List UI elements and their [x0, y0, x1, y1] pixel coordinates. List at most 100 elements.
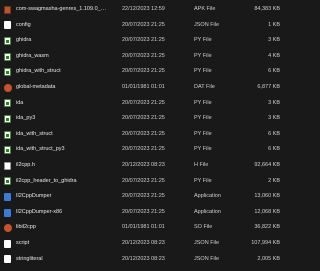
file-icon-cell	[3, 142, 12, 158]
file-type: JSON File	[194, 21, 220, 28]
file-type: PY File	[194, 130, 212, 137]
file-date-modified: 22/12/2023 12:59	[122, 6, 165, 12]
dat-file-icon	[3, 83, 12, 92]
file-row[interactable]: ghidra_with_struct 20/07/2023 21:25 PY Fil…	[0, 64, 300, 80]
file-date-modified: 20/07/2023 21:25	[122, 68, 165, 75]
file-type: PY File	[194, 99, 212, 106]
file-size: 3 KB	[268, 115, 280, 122]
file-name: il2cpp.h	[16, 161, 35, 168]
file-size: 107,994 KB	[251, 239, 280, 246]
file-type: DAT File	[194, 83, 215, 90]
file-icon-cell	[3, 33, 12, 49]
file-name: Il2CppDumper-x86	[16, 208, 63, 215]
file-name: il2cpp_header_to_ghidra	[16, 177, 77, 184]
file-icon-cell	[3, 64, 12, 80]
python-file-icon	[4, 52, 11, 61]
file-row[interactable]: libil2cpp 01/01/1981 01:01 SO File 36,822 K…	[0, 220, 300, 236]
file-date-modified: 20/07/2023 21:25	[122, 193, 165, 200]
file-size: 84,383 KB	[254, 6, 280, 12]
file-size: 12,068 KB	[254, 208, 280, 215]
file-size: 2,005 KB	[257, 255, 280, 262]
file-name: ida_with_struct	[16, 130, 53, 137]
file-date-modified: 01/01/1981 01:01	[122, 83, 165, 90]
file-size: 4 KB	[268, 52, 280, 59]
file-icon-cell	[3, 127, 12, 143]
file-name: Il2CppDumper	[16, 193, 52, 200]
file-size: 92,664 KB	[254, 161, 280, 168]
file-row[interactable]: stringliteral 20/12/2023 08:23 JSON File 2,…	[0, 252, 300, 268]
file-row[interactable]: ida_py3 20/07/2023 21:25 PY File 3 KB	[0, 111, 300, 127]
file-date-modified: 20/07/2023 21:25	[122, 130, 165, 137]
file-icon-cell	[3, 189, 12, 205]
file-row[interactable]: com-swagmasha-genres_1.109.0_arme... 22/1…	[0, 2, 300, 18]
file-date-modified: 20/07/2023 21:25	[122, 115, 165, 122]
python-file-icon	[4, 99, 11, 108]
file-name: ida_with_struct_py3	[16, 146, 65, 153]
file-size: 3 KB	[268, 99, 280, 106]
json-file-icon	[4, 255, 11, 264]
file-size: 3 KB	[268, 37, 280, 44]
python-file-icon	[4, 146, 11, 155]
file-date-modified: 20/07/2023 21:25	[122, 177, 165, 184]
file-name: stringliteral	[16, 255, 43, 262]
file-row[interactable]: Il2CppDumper-x86 20/07/2023 21:25 Applicat…	[0, 205, 300, 221]
file-row[interactable]: il2cpp.h 20/12/2023 08:23 H File 92,664 KB	[0, 158, 300, 174]
file-name: config	[16, 21, 31, 28]
file-size: 6 KB	[268, 68, 280, 75]
file-row[interactable]: global-metadata 01/01/1981 01:01 DAT File 6…	[0, 80, 300, 96]
file-size: 6 KB	[268, 130, 280, 137]
file-row[interactable]: ida_with_struct 20/07/2023 21:25 PY File 6 …	[0, 127, 300, 143]
file-date-modified: 20/07/2023 21:25	[122, 146, 165, 153]
file-icon-cell	[3, 174, 12, 190]
file-name: libil2cpp	[16, 224, 36, 231]
file-icon-cell	[3, 236, 12, 252]
file-name: com-swagmasha-genres_1.109.0_arme...	[16, 6, 108, 12]
file-row[interactable]: ghidra 20/07/2023 21:25 PY File 3 KB	[0, 33, 300, 49]
file-row[interactable]: config 20/07/2023 21:25 JSON File 1 KB	[0, 18, 300, 34]
file-type: JSON File	[194, 255, 220, 262]
file-type: PY File	[194, 177, 212, 184]
file-date-modified: 20/12/2023 08:23	[122, 161, 165, 168]
file-icon-cell	[3, 205, 12, 221]
file-date-modified: 20/07/2023 21:25	[122, 99, 165, 106]
file-row[interactable]: il2cpp_header_to_ghidra 20/07/2023 21:25 P…	[0, 174, 300, 190]
file-date-modified: 20/07/2023 21:25	[122, 21, 165, 28]
application-icon	[4, 192, 11, 201]
file-row[interactable]: script 20/12/2023 08:23 JSON File 107,994 K…	[0, 236, 300, 252]
file-date-modified: 01/01/1981 01:01	[122, 224, 165, 231]
file-size: 6 KB	[268, 146, 280, 153]
file-date-modified: 20/12/2023 08:23	[122, 255, 165, 262]
apk-file-icon	[4, 5, 11, 14]
file-size: 13,060 KB	[254, 193, 280, 200]
file-icon-cell	[3, 220, 12, 236]
file-icon-cell	[3, 80, 12, 96]
file-name: ghidra_wasm	[16, 52, 49, 59]
file-type: Application	[194, 208, 221, 215]
file-row[interactable]: ida_with_struct_py3 20/07/2023 21:25 PY Fi…	[0, 142, 300, 158]
file-type: JSON File	[194, 239, 220, 246]
file-row[interactable]: ida 20/07/2023 21:25 PY File 3 KB	[0, 96, 300, 112]
file-list: com-swagmasha-genres_1.109.0_arme... 22/1…	[0, 0, 300, 271]
file-icon-cell	[3, 252, 12, 268]
python-file-icon	[4, 36, 11, 45]
file-type: PY File	[194, 146, 212, 153]
file-icon-cell	[3, 96, 12, 112]
file-type: APK File	[194, 6, 216, 12]
file-type: Application	[194, 193, 221, 200]
file-size: 1 KB	[268, 21, 280, 28]
python-file-icon	[4, 68, 11, 77]
python-file-icon	[4, 114, 11, 123]
file-type: PY File	[194, 68, 212, 75]
python-file-icon	[4, 130, 11, 139]
so-file-icon	[3, 224, 12, 233]
python-file-icon	[4, 177, 11, 186]
file-row[interactable]: Il2CppDumper 20/07/2023 21:25 Application 1…	[0, 189, 300, 205]
file-date-modified: 20/07/2023 21:25	[122, 208, 165, 215]
file-row[interactable]: ghidra_wasm 20/07/2023 21:25 PY File 4 KB	[0, 49, 300, 65]
file-name: ghidra	[16, 37, 32, 44]
file-name: global-metadata	[16, 83, 56, 90]
file-icon-cell	[3, 2, 12, 18]
file-type: PY File	[194, 37, 212, 44]
file-size: 6,877 KB	[257, 83, 280, 90]
file-name: ghidra_with_struct	[16, 68, 61, 75]
